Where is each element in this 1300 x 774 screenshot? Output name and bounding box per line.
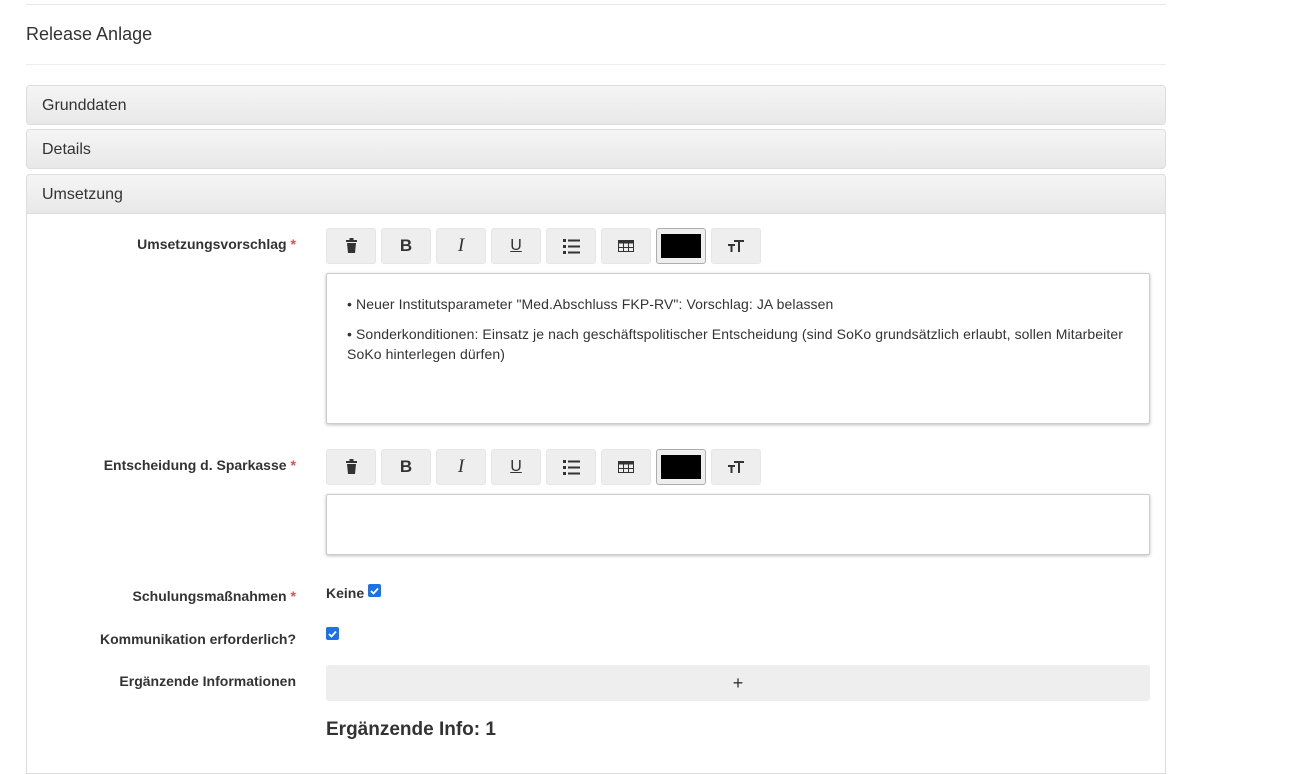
table-icon [618,461,634,473]
keine-checkbox[interactable] [368,584,381,597]
bold-icon: B [399,457,413,476]
umsetzungsvorschlag-editor[interactable]: • Neuer Institutsparameter "Med.Abschlus… [326,273,1150,424]
entscheidung-label: Entscheidung d. Sparkasse * [26,457,296,473]
checkmark-icon [370,582,379,600]
umsetzungsvorschlag-label-text: Umsetzungsvorschlag [137,236,287,252]
underline-button[interactable]: U [491,449,541,485]
panel-details-header[interactable]: Details [26,129,1166,169]
text-size-icon [728,460,744,474]
panel-grunddaten-header[interactable]: Grunddaten [26,85,1166,125]
table-button[interactable] [601,228,651,264]
bold-icon: B [399,236,413,255]
underline-icon: U [510,458,522,475]
umsetzungsvorschlag-label: Umsetzungsvorschlag * [26,236,296,252]
schulung-label: Schulungsmaßnahmen * [26,588,296,604]
page-title: Release Anlage [26,24,153,44]
color-swatch [661,455,701,479]
underline-icon: U [510,237,522,254]
list-icon [562,238,580,254]
title-divider [26,64,1166,65]
bold-button[interactable]: B [381,228,431,264]
keine-option-label: Keine [326,585,365,601]
clear-button[interactable] [326,228,376,264]
add-info-button[interactable]: + [326,665,1150,701]
text-size-icon [728,239,744,253]
italic-button[interactable]: I [436,228,486,264]
text-size-button[interactable] [711,228,761,264]
color-swatch [661,234,701,258]
required-mark: * [290,457,296,473]
table-button[interactable] [601,449,651,485]
list-icon [562,459,580,475]
editor-paragraph: • Sonderkonditionen: Einsatz je nach ges… [347,326,1123,362]
italic-icon: I [457,456,465,477]
panel-umsetzung-header[interactable]: Umsetzung [26,174,1166,214]
kommunikation-label: Kommunikation erforderlich? [99,631,296,647]
color-picker-button[interactable] [656,228,706,264]
required-mark: * [290,588,296,604]
text-size-button[interactable] [711,449,761,485]
list-button[interactable] [546,228,596,264]
entscheidung-editor[interactable] [326,494,1150,555]
info-heading: Ergänzende Info: 1 [326,719,496,740]
ergaenzende-label: Ergänzende Informationen [119,673,296,689]
italic-icon: I [457,235,465,256]
trash-icon [345,459,358,475]
plus-icon: + [732,672,744,693]
color-picker-button[interactable] [656,449,706,485]
editor-paragraph: • Neuer Institutsparameter "Med.Abschlus… [347,296,834,312]
entscheidung-label-text: Entscheidung d. Sparkasse [103,457,287,473]
table-icon [618,240,634,252]
trash-icon [345,238,358,254]
schulung-label-text: Schulungsmaßnahmen [132,588,287,604]
top-divider [26,4,1166,5]
checkmark-icon [328,625,337,643]
bold-button[interactable]: B [381,449,431,485]
underline-button[interactable]: U [491,228,541,264]
list-button[interactable] [546,449,596,485]
clear-button[interactable] [326,449,376,485]
required-mark: * [290,236,296,252]
italic-button[interactable]: I [436,449,486,485]
kommunikation-checkbox[interactable] [326,627,339,640]
